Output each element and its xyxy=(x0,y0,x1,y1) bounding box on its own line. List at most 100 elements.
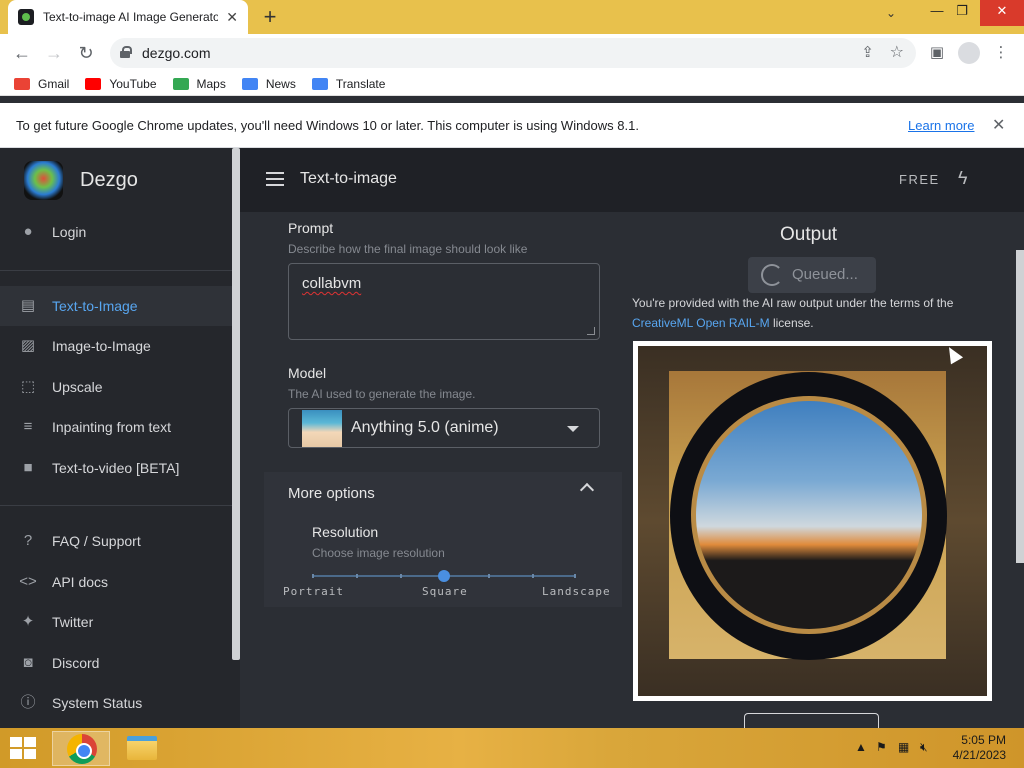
bookmark-gmail[interactable]: Gmail xyxy=(14,77,69,91)
infobar-close-icon[interactable]: ✕ xyxy=(992,115,1005,135)
resolution-option-square[interactable]: Square xyxy=(422,585,468,598)
action-center-flag-icon[interactable]: ⚑ xyxy=(876,740,887,754)
tray-expand-icon[interactable]: ▲ xyxy=(855,740,867,754)
sidebar-item-upscale[interactable]: ⬚ Upscale xyxy=(0,367,232,407)
bookmark-news[interactable]: News xyxy=(241,77,296,91)
sidebar-item-faq[interactable]: ? FAQ / Support xyxy=(0,521,232,561)
resolution-hint: Choose image resolution xyxy=(312,546,445,560)
more-options-toggle[interactable]: More options xyxy=(288,485,375,502)
restore-button[interactable]: ❐ xyxy=(945,0,979,26)
bookmark-translate[interactable]: Translate xyxy=(311,77,385,91)
bookmarks-bar: Gmail YouTube Maps News Translate xyxy=(0,72,1024,96)
sidebar-item-label: Upscale xyxy=(52,379,103,395)
browser-menu-icon[interactable]: ⋮ xyxy=(990,42,1012,64)
plan-badge[interactable]: FREE xyxy=(899,172,940,187)
chrome-icon xyxy=(67,734,97,764)
slider-knob[interactable] xyxy=(438,570,450,582)
browser-tab[interactable]: Text-to-image AI Image Generator ✕ xyxy=(8,0,248,34)
code-icon: <> xyxy=(19,573,37,590)
model-select[interactable]: Anything 5.0 (anime) xyxy=(288,408,600,448)
sidebar-item-label: Login xyxy=(52,224,87,240)
bookmark-maps[interactable]: Maps xyxy=(172,76,226,91)
page-title: Text-to-image xyxy=(300,170,397,187)
sidebar-item-label: Inpainting from text xyxy=(52,419,172,435)
sidebar-divider xyxy=(0,505,232,506)
window-close-button[interactable]: ✕ xyxy=(980,0,1024,26)
resolution-option-landscape[interactable]: Landscape xyxy=(542,585,611,598)
model-label: Model xyxy=(288,365,327,381)
system-clock[interactable]: 5:05 PM 4/21/2023 xyxy=(940,733,1006,763)
address-bar[interactable]: dezgo.com ⇪ ☆ xyxy=(110,38,916,68)
license-link[interactable]: CreativeML Open RAIL-M xyxy=(632,316,770,330)
volume-muted-icon[interactable]: 🔇︎ xyxy=(920,740,928,755)
slider-tick xyxy=(312,574,314,578)
windows-start-icon[interactable] xyxy=(10,737,38,761)
new-tab-button[interactable]: + xyxy=(258,4,282,30)
youtube-icon xyxy=(85,77,102,90)
url-text[interactable]: dezgo.com xyxy=(142,45,210,61)
network-icon[interactable]: ▦ xyxy=(898,740,909,754)
help-icon: ? xyxy=(23,532,33,549)
sidebar-item-label: Discord xyxy=(52,655,100,671)
sidebar-item-api-docs[interactable]: <> API docs xyxy=(0,562,232,602)
account-icon: ● xyxy=(23,223,33,240)
bookmark-label: YouTube xyxy=(109,76,157,91)
chat-icon: ▤ xyxy=(20,297,36,314)
resize-grip-icon[interactable] xyxy=(587,327,595,335)
sidebar-item-system-status[interactable]: ⓘ System Status xyxy=(0,683,232,723)
prompt-textarea[interactable]: collabvm xyxy=(288,263,600,340)
lock-icon[interactable] xyxy=(120,46,132,58)
prompt-value[interactable]: collabvm xyxy=(302,275,361,292)
tab-search-chevron-icon[interactable]: ⌄ xyxy=(886,6,896,20)
sidebar-item-inpainting[interactable]: ≡ Inpainting from text xyxy=(0,407,232,447)
bookmark-youtube[interactable]: YouTube xyxy=(85,76,157,91)
sidebar-item-discord[interactable]: ◙ Discord xyxy=(0,643,232,683)
sidebar-item-label: Text-to-video [BETA] xyxy=(52,460,180,476)
profile-avatar-icon[interactable] xyxy=(958,42,980,64)
sidebar-item-label: Text-to-Image xyxy=(52,298,138,314)
browser-toolbar: ← → ↻ dezgo.com ⇪ ☆ ▣ ⋮ xyxy=(0,34,1024,72)
taskbar-chrome[interactable] xyxy=(52,731,110,766)
resolution-slider[interactable] xyxy=(312,570,576,582)
sidebar-item-twitter[interactable]: ✦ Twitter xyxy=(0,602,232,642)
sidebar-item-label: API docs xyxy=(52,574,109,590)
sidebar: Dezgo ● Login ▤ Text-to-Image ▨ Image-to… xyxy=(0,148,240,728)
bookmark-star-icon[interactable]: ☆ xyxy=(890,42,904,62)
output-image[interactable] xyxy=(633,341,992,701)
bookmark-label: Gmail xyxy=(38,76,70,91)
terms-text: You're provided with the AI raw output u… xyxy=(632,296,954,310)
page-scrollbar[interactable] xyxy=(1016,250,1024,563)
prompt-hint: Describe how the final image should look… xyxy=(288,242,528,256)
bolt-icon[interactable]: ϟ xyxy=(958,168,968,189)
sidebar-item-text-to-image[interactable]: ▤ Text-to-Image xyxy=(0,286,232,326)
back-arrow-icon[interactable]: ← xyxy=(10,41,34,65)
share-icon[interactable]: ⇪ xyxy=(861,43,874,61)
translate-icon xyxy=(311,77,328,90)
sidebar-item-label: Twitter xyxy=(52,614,94,630)
sidebar-item-image-to-image[interactable]: ▨ Image-to-Image xyxy=(0,326,232,366)
infobar-message: To get future Google Chrome updates, you… xyxy=(16,118,639,133)
maps-icon xyxy=(172,77,189,90)
forward-arrow-icon[interactable]: → xyxy=(42,41,66,65)
sidebar-item-text-to-video[interactable]: ■ Text-to-video [BETA] xyxy=(0,448,232,488)
hamburger-menu-icon[interactable] xyxy=(266,172,284,186)
model-thumbnail xyxy=(302,410,342,447)
sidebar-scrollbar[interactable] xyxy=(232,148,240,660)
sidebar-item-login[interactable]: ● Login xyxy=(0,212,232,252)
queued-button: Queued... xyxy=(748,257,876,293)
learn-more-link[interactable]: Learn more xyxy=(908,118,974,133)
taskbar-file-explorer[interactable] xyxy=(113,731,171,766)
update-infobar: To get future Google Chrome updates, you… xyxy=(0,103,1024,148)
resolution-option-portrait[interactable]: Portrait xyxy=(283,585,344,598)
reload-icon[interactable]: ↻ xyxy=(74,41,98,65)
app-bar: Text-to-image FREE ϟ xyxy=(240,148,1024,212)
clock-date: 4/21/2023 xyxy=(952,748,1006,762)
side-panel-icon[interactable]: ▣ xyxy=(926,42,948,64)
chevron-up-icon[interactable] xyxy=(579,482,595,498)
prompt-label: Prompt xyxy=(288,220,334,236)
tab-close-icon[interactable]: ✕ xyxy=(226,9,238,26)
dezgo-logo xyxy=(24,161,63,200)
download-button[interactable] xyxy=(744,713,879,728)
brand[interactable]: Dezgo xyxy=(24,161,138,200)
bookmark-label: Maps xyxy=(196,76,226,91)
